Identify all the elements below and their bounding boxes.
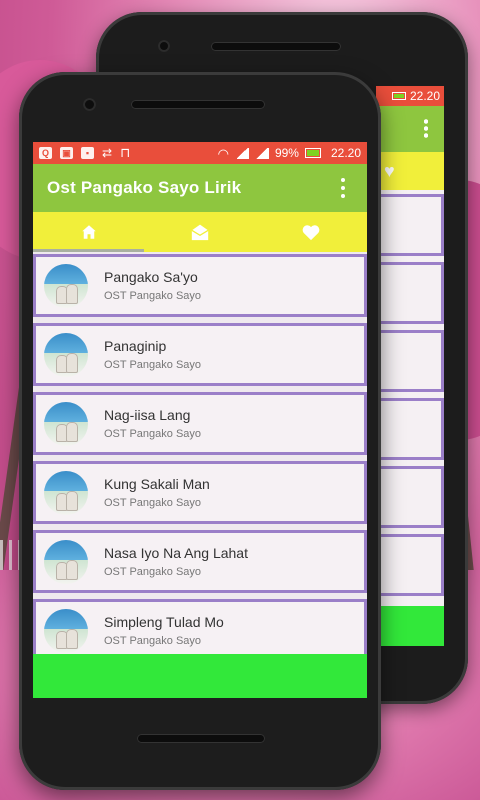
- song-title: Kung Sakali Man: [104, 476, 210, 492]
- list-item[interactable]: [376, 398, 444, 460]
- tab-messages[interactable]: [144, 212, 255, 252]
- app-bar: Ost Pangako Sayo Lirik: [33, 164, 367, 212]
- song-title: Nasa Iyo Na Ang Lahat: [104, 545, 248, 561]
- list-item[interactable]: [376, 330, 444, 392]
- avatar: [44, 608, 88, 653]
- avatar: [44, 470, 88, 515]
- song-list: Pangako Sa'yo OST Pangako Sayo Panaginip…: [33, 254, 367, 662]
- signal-icon: [254, 147, 269, 159]
- song-title: Simpleng Tulad Mo: [104, 614, 224, 630]
- song-title: Nag-iisa Lang: [104, 407, 191, 423]
- battery-percent: 99%: [274, 146, 299, 160]
- front-camera: [158, 40, 170, 52]
- tab-home[interactable]: [33, 212, 145, 252]
- battery-charging-icon: [391, 92, 406, 100]
- usb-icon: ⇄: [102, 146, 113, 160]
- list-item[interactable]: Pangako Sa'yo OST Pangako Sayo: [33, 254, 367, 317]
- heart-icon[interactable]: ♥: [384, 161, 395, 182]
- signal-icon: [234, 147, 249, 159]
- back-status-time: 22.20: [409, 89, 440, 103]
- home-icon: [81, 225, 96, 239]
- status-time: 22.20: [330, 146, 361, 160]
- list-item[interactable]: Panaginip OST Pangako Sayo: [33, 323, 367, 386]
- song-subtitle: OST Pangako Sayo: [104, 566, 202, 578]
- song-subtitle: OST Pangako Sayo: [104, 359, 202, 371]
- list-item[interactable]: Simpleng Tulad Mo OST Pangako Sayo: [33, 599, 367, 662]
- earpiece-speaker: [131, 100, 265, 109]
- phone-screen: Q ▣ ▪ ⇄ ⊓ ◠ 99% 22.20 Ost Pangako Sayo L…: [33, 142, 367, 698]
- wifi-icon: ◠: [217, 145, 229, 161]
- unlock-icon: ⊓: [120, 145, 131, 160]
- battery-charging-icon: [304, 148, 321, 158]
- image-icon: ▪: [81, 147, 94, 159]
- bottom-speaker: [137, 734, 265, 743]
- back-tab-bar: ♥: [376, 152, 444, 190]
- avatar: [44, 332, 88, 377]
- song-title: Pangako Sa'yo: [104, 269, 198, 285]
- heart-icon: [302, 225, 320, 241]
- tab-bar: [33, 212, 367, 252]
- avatar: [44, 401, 88, 446]
- song-subtitle: OST Pangako Sayo: [104, 290, 202, 302]
- list-item[interactable]: Kung Sakali Man OST Pangako Sayo: [33, 461, 367, 524]
- song-subtitle: OST Pangako Sayo: [104, 497, 202, 509]
- status-bar: Q ▣ ▪ ⇄ ⊓ ◠ 99% 22.20: [33, 142, 367, 164]
- mail-open-icon: [191, 224, 209, 241]
- overflow-menu-icon[interactable]: [333, 176, 353, 200]
- song-subtitle: OST Pangako Sayo: [104, 428, 202, 440]
- front-camera: [83, 98, 96, 111]
- list-item[interactable]: Nasa Iyo Na Ang Lahat OST Pangako Sayo: [33, 530, 367, 593]
- tab-favorites[interactable]: [256, 212, 367, 252]
- overflow-menu-icon[interactable]: [424, 118, 428, 138]
- image-icon: ▣: [60, 147, 73, 159]
- avatar: [44, 263, 88, 308]
- back-app-bar: [376, 106, 444, 152]
- list-item[interactable]: [376, 534, 444, 596]
- earpiece-speaker: [211, 42, 341, 51]
- avatar: [44, 539, 88, 584]
- back-status-bar: 22.20: [376, 86, 444, 106]
- app-title: Ost Pangako Sayo Lirik: [47, 178, 242, 197]
- ad-banner[interactable]: [33, 654, 367, 698]
- list-item[interactable]: Nag-iisa Lang OST Pangako Sayo: [33, 392, 367, 455]
- back-phone-screen: 22.20 ♥: [376, 86, 444, 646]
- song-subtitle: OST Pangako Sayo: [104, 635, 202, 647]
- list-item[interactable]: [376, 466, 444, 528]
- song-title: Panaginip: [104, 338, 167, 354]
- front-phone: Q ▣ ▪ ⇄ ⊓ ◠ 99% 22.20 Ost Pangako Sayo L…: [19, 72, 381, 790]
- list-item[interactable]: [376, 262, 444, 324]
- ad-banner[interactable]: [376, 606, 444, 646]
- search-icon: Q: [39, 147, 52, 159]
- list-item[interactable]: [376, 194, 444, 256]
